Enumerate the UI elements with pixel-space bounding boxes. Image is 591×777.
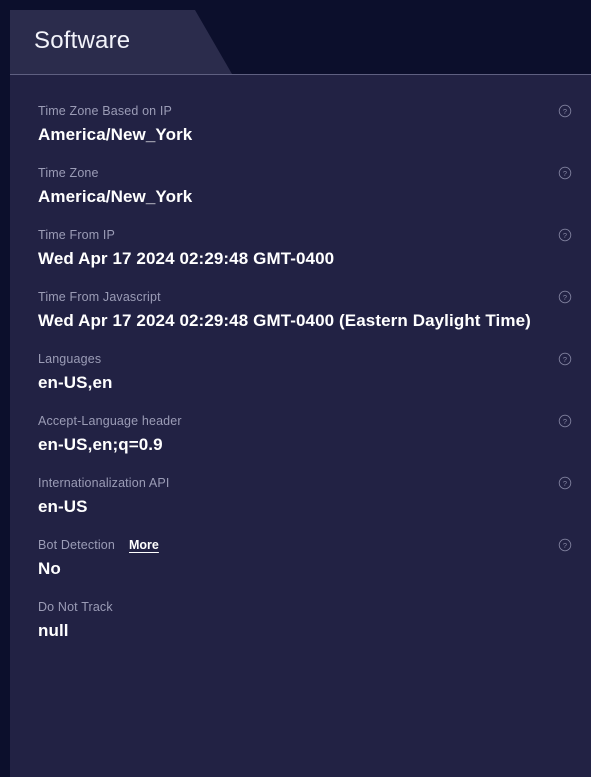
row-label: Languages [38, 352, 102, 366]
svg-text:?: ? [563, 417, 567, 426]
question-circle-icon[interactable]: ? [558, 290, 572, 304]
row-label: Bot Detection [38, 538, 115, 552]
software-panel: Software Time Zone Based on IP America/N… [10, 10, 591, 777]
panel-header: Software [10, 10, 591, 74]
info-row-bot-detection: Bot Detection More No ? [10, 537, 591, 579]
row-label-line: Internationalization API [38, 475, 547, 491]
svg-text:?: ? [563, 541, 567, 550]
info-row-languages: Languages en-US,en ? [10, 351, 591, 393]
svg-text:?: ? [563, 231, 567, 240]
info-row-time-from-ip: Time From IP Wed Apr 17 2024 02:29:48 GM… [10, 227, 591, 269]
row-label: Time Zone [38, 166, 99, 180]
info-row-accept-language-header: Accept-Language header en-US,en;q=0.9 ? [10, 413, 591, 455]
row-label-line: Time From Javascript [38, 289, 547, 305]
row-value: null [38, 621, 69, 640]
row-label: Time From Javascript [38, 290, 161, 304]
row-label-line: Time Zone [38, 165, 547, 181]
info-row-time-zone-based-on-ip: Time Zone Based on IP America/New_York ? [10, 103, 591, 145]
question-circle-icon[interactable]: ? [558, 166, 572, 180]
info-row-do-not-track: Do Not Track null [10, 599, 591, 641]
info-row-internationalization-api: Internationalization API en-US ? [10, 475, 591, 517]
row-label-line: Accept-Language header [38, 413, 547, 429]
row-label: Do Not Track [38, 600, 113, 614]
svg-text:?: ? [563, 355, 567, 364]
svg-text:?: ? [563, 479, 567, 488]
question-circle-icon[interactable]: ? [558, 228, 572, 242]
row-value: No [38, 559, 61, 578]
svg-text:?: ? [563, 293, 567, 302]
row-value: en-US,en;q=0.9 [38, 435, 163, 454]
question-circle-icon[interactable]: ? [558, 104, 572, 118]
row-value: Wed Apr 17 2024 02:29:48 GMT-0400 (Easte… [38, 311, 531, 330]
row-label: Internationalization API [38, 476, 170, 490]
question-circle-icon[interactable]: ? [558, 352, 572, 366]
page-title: Software [34, 27, 131, 54]
row-value: America/New_York [38, 187, 193, 206]
svg-text:?: ? [563, 107, 567, 116]
question-circle-icon[interactable]: ? [558, 538, 572, 552]
row-label-line: Do Not Track [38, 599, 547, 615]
bot-detection-more-link[interactable]: More [129, 538, 159, 552]
row-value: Wed Apr 17 2024 02:29:48 GMT-0400 [38, 249, 335, 268]
panel-body: Time Zone Based on IP America/New_York ?… [10, 75, 591, 777]
row-value: en-US,en [38, 373, 113, 392]
row-label: Accept-Language header [38, 414, 182, 428]
info-row-time-from-javascript: Time From Javascript Wed Apr 17 2024 02:… [10, 289, 591, 331]
row-label: Time From IP [38, 228, 116, 242]
row-value: en-US [38, 497, 88, 516]
row-label-line: Bot Detection More [38, 537, 547, 553]
row-label-line: Time From IP [38, 227, 547, 243]
svg-text:?: ? [563, 169, 567, 178]
row-label-line: Languages [38, 351, 547, 367]
question-circle-icon[interactable]: ? [558, 414, 572, 428]
row-label: Time Zone Based on IP [38, 104, 173, 118]
question-circle-icon[interactable]: ? [558, 476, 572, 490]
row-label-line: Time Zone Based on IP [38, 103, 547, 119]
info-row-time-zone: Time Zone America/New_York ? [10, 165, 591, 207]
row-value: America/New_York [38, 125, 193, 144]
